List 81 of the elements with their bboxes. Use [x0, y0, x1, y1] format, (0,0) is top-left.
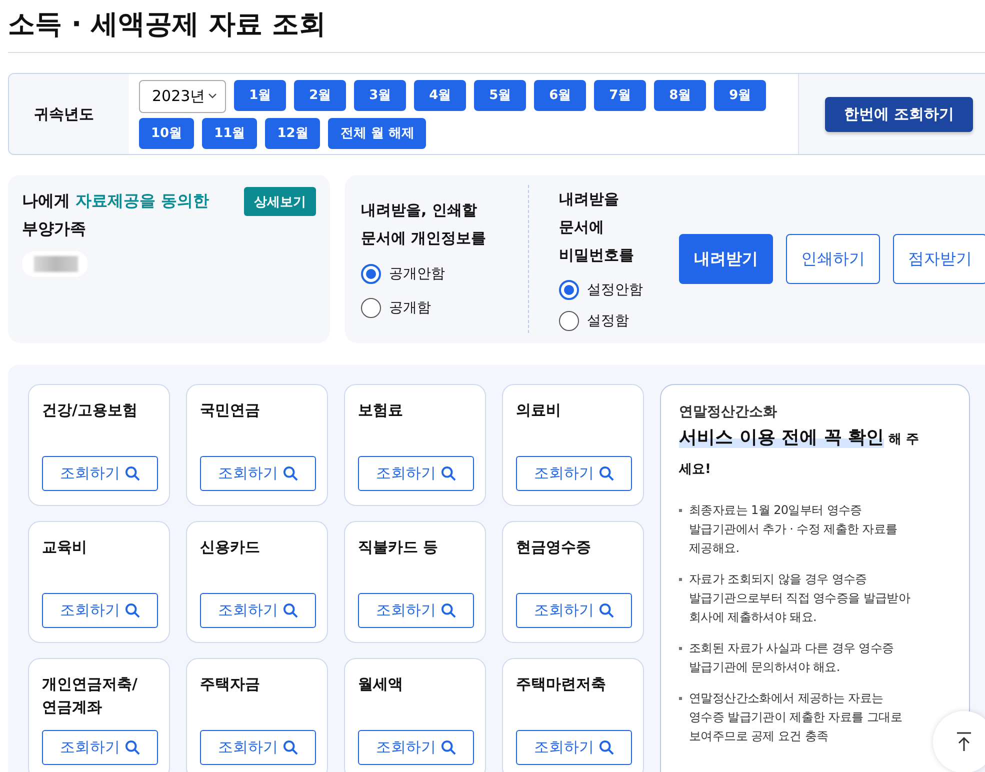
- category-title: 주택마련저축: [516, 674, 607, 695]
- radio-label: 설정안함: [587, 280, 643, 298]
- month-button[interactable]: 7월: [594, 80, 646, 110]
- notice-item: 조회된 자료가 사실과 다른 경우 영수증 발급기관에 문의하셔야 해요.: [679, 639, 915, 677]
- month-button[interactable]: 8월: [654, 80, 706, 110]
- lookup-button[interactable]: 조회하기: [516, 593, 632, 628]
- radio-label: 공개함: [389, 299, 431, 317]
- radio-option[interactable]: 설정안함: [559, 277, 661, 302]
- lookup-button[interactable]: 조회하기: [200, 593, 316, 628]
- month-button[interactable]: 5월: [474, 80, 526, 110]
- notice-heading: 서비스 이용 전에 꼭 확인 해 주세요!: [679, 426, 920, 479]
- month-button[interactable]: 3월: [354, 80, 406, 110]
- month-button[interactable]: 9월: [714, 80, 766, 110]
- month-button[interactable]: 10월: [139, 118, 194, 148]
- lookup-button[interactable]: 조회하기: [200, 456, 316, 491]
- lookup-button[interactable]: 조회하기: [200, 730, 316, 765]
- search-icon: [441, 603, 456, 618]
- lookup-button[interactable]: 조회하기: [42, 456, 158, 491]
- search-icon: [441, 466, 456, 481]
- radio-button[interactable]: [361, 298, 381, 318]
- search-icon: [441, 740, 456, 755]
- dependents-title: 나에게 자료제공을 동의한 부양가족: [22, 190, 210, 240]
- category-title: 현금영수증: [516, 537, 592, 558]
- action-button[interactable]: 인쇄하기: [786, 234, 880, 284]
- notice-item: 연말정산간소화에서 제공하는 자료는 영수증 발급기관이 제출한 자료를 그대로 보여주므로 공제 요건 충족: [679, 689, 915, 746]
- category-title: 신용카드: [200, 537, 261, 558]
- filter-label: 귀속년도: [9, 74, 129, 154]
- radio-option[interactable]: 설정함: [559, 308, 661, 333]
- month-button[interactable]: 4월: [414, 80, 466, 110]
- month-button[interactable]: 12월: [265, 118, 320, 148]
- chevron-down-icon: [208, 93, 218, 99]
- radio-button[interactable]: [361, 264, 381, 284]
- search-icon: [283, 603, 298, 618]
- lookup-button[interactable]: 조회하기: [358, 730, 474, 765]
- category-title: 국민연금: [200, 400, 261, 421]
- category-title: 건강/고용보험: [42, 400, 138, 421]
- category-title: 주택자금: [200, 674, 261, 695]
- radio-label: 설정함: [587, 312, 629, 330]
- search-icon: [599, 740, 614, 755]
- lookup-button[interactable]: 조회하기: [358, 593, 474, 628]
- blurred-name-placeholder: [22, 251, 88, 277]
- option-question: 내려받을, 인쇄할 문서에 개인정보를: [361, 200, 488, 249]
- category-title: 교육비: [42, 537, 88, 558]
- radio-button[interactable]: [559, 280, 579, 300]
- action-button[interactable]: 내려받기: [679, 234, 773, 284]
- clear-months-button[interactable]: 전체 월 해제: [328, 118, 426, 148]
- radio-label: 공개안함: [389, 265, 445, 283]
- option-question: 내려받을 문서에 비밀번호를: [559, 189, 635, 266]
- radio-option[interactable]: 공개함: [361, 294, 528, 322]
- notice-item: 자료가 조회되지 않을 경우 영수증 발급기관으로부터 직접 영수증을 발급받아 회사에 제출하셔야 돼요.: [679, 570, 915, 627]
- lookup-button[interactable]: 조회하기: [516, 456, 632, 491]
- category-title: 직불카드 등: [358, 537, 440, 558]
- page-title: 소득 · 세액공제 자료 조회: [8, 0, 985, 53]
- lookup-button[interactable]: 조회하기: [516, 730, 632, 765]
- lookup-button[interactable]: 조회하기: [42, 593, 158, 628]
- arrow-up-icon: [956, 732, 972, 752]
- search-icon: [283, 466, 298, 481]
- month-button[interactable]: 11월: [202, 118, 258, 148]
- lookup-button[interactable]: 조회하기: [42, 730, 158, 765]
- notice-subtitle: 연말정산간소화: [679, 403, 778, 421]
- search-all-button[interactable]: 한번에 조회하기: [825, 96, 974, 132]
- action-button[interactable]: 점자받기: [893, 234, 985, 284]
- radio-button[interactable]: [559, 310, 579, 330]
- category-title: 개인연금저축/연금계좌: [42, 674, 138, 718]
- month-button[interactable]: 1월: [234, 80, 286, 110]
- detail-button[interactable]: 상세보기: [244, 187, 316, 216]
- search-icon: [599, 603, 614, 618]
- search-icon: [125, 603, 140, 618]
- lookup-button[interactable]: 조회하기: [358, 456, 474, 491]
- search-icon: [283, 740, 298, 755]
- search-icon: [125, 740, 140, 755]
- month-button[interactable]: 2월: [294, 80, 346, 110]
- category-title: 월세액: [358, 674, 404, 695]
- search-icon: [599, 466, 614, 481]
- radio-option[interactable]: 공개안함: [361, 260, 528, 288]
- year-dropdown[interactable]: 2023년: [139, 80, 226, 112]
- month-button[interactable]: 6월: [534, 80, 586, 110]
- category-title: 의료비: [516, 400, 562, 421]
- search-icon: [125, 466, 140, 481]
- notice-item: 최종자료는 1월 20일부터 영수증 발급기관에서 추가 · 수정 제출한 자료를 제공해요.: [679, 501, 915, 558]
- category-title: 보험료: [358, 400, 404, 421]
